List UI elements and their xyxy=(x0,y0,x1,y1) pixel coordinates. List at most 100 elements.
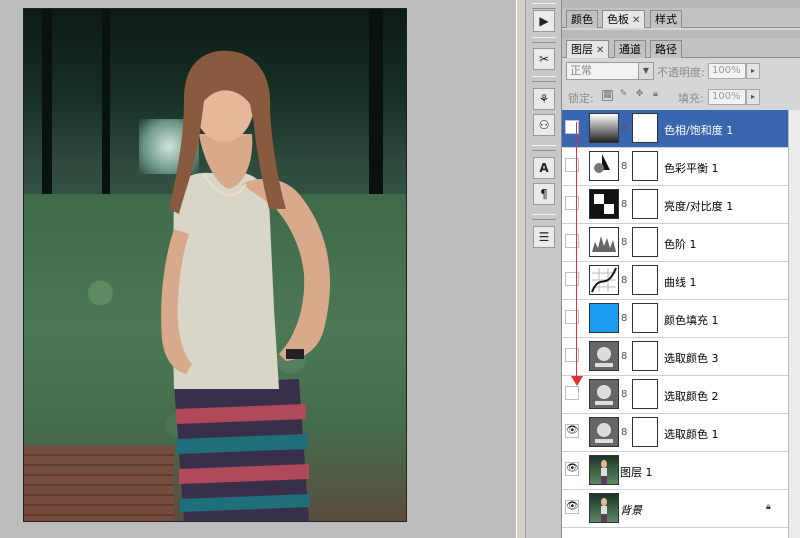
layers-list: 8 色相/饱和度 1 8 色彩平衡 1 8 亮度/对比度 1 8 色阶 1 8 … xyxy=(562,110,788,538)
layer-row[interactable]: 👁︎ 背景 🔒︎ xyxy=(562,490,788,528)
layer-mask-thumb[interactable] xyxy=(632,379,658,409)
layer-name: 图层 1 xyxy=(620,466,653,479)
chevron-down-icon[interactable]: ▼ xyxy=(638,63,653,79)
tab-styles[interactable]: 样式 xyxy=(650,10,682,28)
layer-row[interactable]: 8 曲线 1 xyxy=(562,262,788,300)
link-icon[interactable]: 8 xyxy=(621,313,629,325)
layer-name: 色彩平衡 1 xyxy=(664,162,719,175)
blend-mode-select[interactable]: 正常 ▼ xyxy=(566,62,654,80)
notes-icon[interactable]: ☰ xyxy=(533,226,555,248)
curves-icon xyxy=(589,265,619,295)
layer-row[interactable]: 8 亮度/对比度 1 xyxy=(562,186,788,224)
selective-color-icon xyxy=(589,379,619,409)
tab-paths[interactable]: 路径 xyxy=(650,40,682,58)
link-icon[interactable]: 8 xyxy=(621,351,629,363)
eye-icon[interactable]: 👁︎ xyxy=(565,462,579,476)
layers-panel-tabs: 图层 ✕ 通道 路径 xyxy=(562,38,800,58)
tab-label: 路径 xyxy=(655,43,677,56)
tab-label: 图层 xyxy=(571,43,593,56)
fill-input[interactable]: 100% xyxy=(708,89,746,105)
photo-thumbnail xyxy=(589,455,619,485)
layer-mask-thumb[interactable] xyxy=(632,417,658,447)
layer-name: 曲线 1 xyxy=(664,276,697,289)
layer-mask-thumb[interactable] xyxy=(632,265,658,295)
layer-mask-thumb[interactable] xyxy=(632,189,658,219)
layer-name: 颜色填充 1 xyxy=(664,314,719,327)
tab-channels[interactable]: 通道 xyxy=(614,40,646,58)
lock-label: 锁定: xyxy=(568,92,594,105)
layer-name: 背景 xyxy=(620,504,642,517)
link-icon[interactable]: 8 xyxy=(621,123,629,135)
layer-mask-thumb[interactable] xyxy=(632,341,658,371)
brush-presets-icon[interactable]: ⚘ xyxy=(533,88,555,110)
layer-name: 选取颜色 1 xyxy=(664,428,719,441)
color-balance-icon xyxy=(589,151,619,181)
tab-color[interactable]: 颜色 xyxy=(566,10,598,28)
lock-icon: 🔒︎ xyxy=(766,502,771,512)
selective-color-icon xyxy=(589,417,619,447)
canvas-panel-divider[interactable] xyxy=(516,0,526,538)
lock-transparency-icon[interactable]: ▦ xyxy=(602,90,613,101)
lock-pixels-icon[interactable]: ✎ xyxy=(618,90,629,101)
document-canvas[interactable] xyxy=(0,0,516,538)
paragraph-icon[interactable]: ¶ xyxy=(533,183,555,205)
fill-slider-button[interactable]: ▸ xyxy=(746,89,760,105)
opacity-label: 不透明度: xyxy=(657,66,705,79)
layer-row[interactable]: 8 色彩平衡 1 xyxy=(562,148,788,186)
layer-row[interactable]: 8 色阶 1 xyxy=(562,224,788,262)
dock-grip[interactable] xyxy=(532,37,556,43)
lock-all-icon[interactable]: 🔒︎ xyxy=(650,90,661,101)
layer-mask-thumb[interactable] xyxy=(632,113,658,143)
close-icon[interactable]: ✕ xyxy=(596,45,604,56)
layer-row[interactable]: 8 选取颜色 3 xyxy=(562,338,788,376)
stamp-icon[interactable]: ⚇ xyxy=(533,114,555,136)
eye-icon[interactable]: 👁︎ xyxy=(565,424,579,438)
layer-row[interactable]: 8 选取颜色 2 xyxy=(562,376,788,414)
dock-grip[interactable] xyxy=(532,145,556,151)
layer-name: 选取颜色 3 xyxy=(664,352,719,365)
layer-name: 亮度/对比度 1 xyxy=(664,200,734,213)
tab-layers[interactable]: 图层 ✕ xyxy=(566,40,610,58)
lock-row: 锁定: ▦ ✎ ✥ 🔒︎ 填充: 100% ▸ xyxy=(562,84,800,110)
visibility-toggle[interactable] xyxy=(565,386,579,400)
character-icon[interactable]: A xyxy=(533,157,555,179)
blend-mode-value: 正常 xyxy=(570,64,592,77)
layer-mask-thumb[interactable] xyxy=(632,303,658,333)
layer-mask-thumb[interactable] xyxy=(632,151,658,181)
close-icon[interactable]: ✕ xyxy=(632,15,640,26)
link-icon[interactable]: 8 xyxy=(621,275,629,287)
layer-mask-thumb[interactable] xyxy=(632,227,658,257)
tab-swatches[interactable]: 色板 ✕ xyxy=(602,10,646,28)
brightness-contrast-icon xyxy=(589,189,619,219)
tab-label: 色板 xyxy=(607,13,629,26)
layer-row[interactable]: 👁︎ 8 选取颜色 1 xyxy=(562,414,788,452)
opacity-slider-button[interactable]: ▸ xyxy=(746,63,760,79)
layer-name: 色相/饱和度 1 xyxy=(664,124,734,137)
layer-row[interactable]: 8 颜色填充 1 xyxy=(562,300,788,338)
selective-color-icon xyxy=(589,341,619,371)
layer-row[interactable]: 8 色相/饱和度 1 xyxy=(562,110,788,148)
tab-label: 通道 xyxy=(619,43,641,56)
play-icon[interactable]: ▶ xyxy=(533,10,555,32)
eye-icon[interactable]: 👁︎ xyxy=(565,500,579,514)
layer-row[interactable]: 👁︎ 图层 1 xyxy=(562,452,788,490)
layers-scrollbar[interactable] xyxy=(788,110,800,538)
link-icon[interactable]: 8 xyxy=(621,427,629,439)
panel-dock-strip: ▶ ✂ ⚘ ⚇ A ¶ ☰ xyxy=(526,0,562,538)
tab-label: 样式 xyxy=(655,13,677,26)
opacity-input[interactable]: 100% xyxy=(708,63,746,79)
link-icon[interactable]: 8 xyxy=(621,237,629,249)
panels-column: 颜色 色板 ✕ 样式 图层 ✕ 通道 路径 正常 ▼ 不透明度: 100% ▸ 锁定:… xyxy=(562,0,800,538)
document-photo[interactable] xyxy=(23,8,407,522)
dock-grip[interactable] xyxy=(532,3,556,9)
tools-icon[interactable]: ✂ xyxy=(533,48,555,70)
dock-grip[interactable] xyxy=(532,214,556,220)
link-icon[interactable]: 8 xyxy=(621,161,629,173)
tab-label: 颜色 xyxy=(571,13,593,26)
link-icon[interactable]: 8 xyxy=(621,199,629,211)
levels-icon xyxy=(589,227,619,257)
arrow-down-icon xyxy=(571,376,583,386)
link-icon[interactable]: 8 xyxy=(621,389,629,401)
dock-grip[interactable] xyxy=(532,76,556,82)
lock-position-icon[interactable]: ✥ xyxy=(634,90,645,101)
